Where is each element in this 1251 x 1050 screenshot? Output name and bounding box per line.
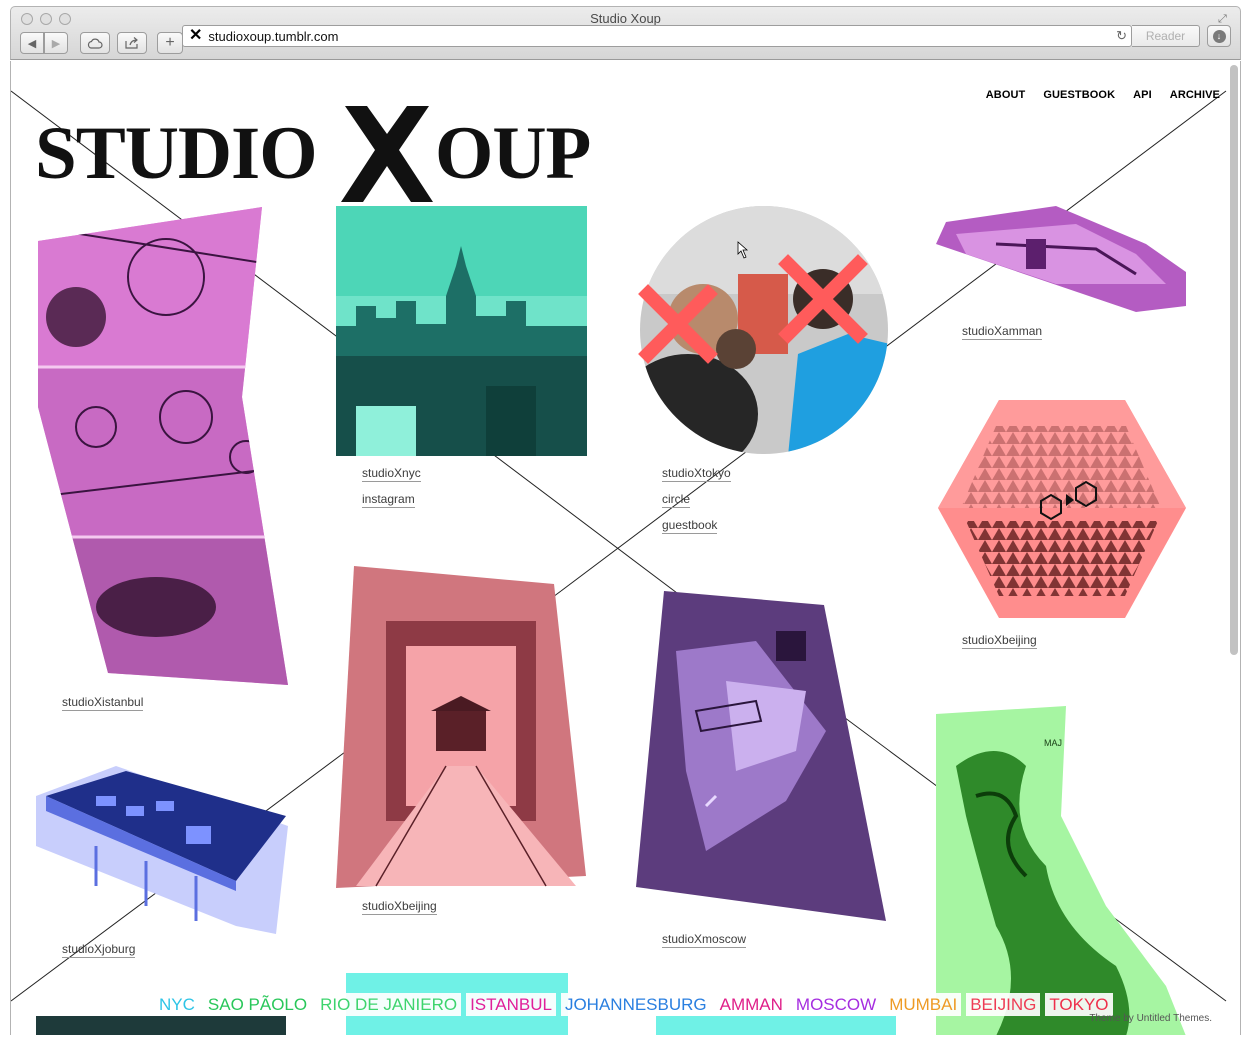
city-istanbul[interactable]: ISTANBUL bbox=[466, 993, 556, 1016]
studioxnyc-link[interactable]: studioXnyc bbox=[362, 466, 421, 482]
city-johannesburg[interactable]: JOHANNESBURG bbox=[560, 993, 711, 1016]
nav-about[interactable]: ABOUT bbox=[986, 89, 1026, 101]
instagram-link[interactable]: instagram bbox=[362, 492, 415, 508]
icloud-tabs-button[interactable] bbox=[80, 32, 110, 54]
tile-green-map-image[interactable]: MAJ bbox=[936, 706, 1188, 1035]
fullscreen-icon[interactable]: ⤢ bbox=[1218, 13, 1230, 25]
back-button[interactable]: ◀ bbox=[20, 32, 44, 54]
city-nyc[interactable]: NYC bbox=[155, 993, 199, 1016]
logo-text-left: STUDIO bbox=[35, 112, 318, 195]
theme-credit[interactable]: Theme by Untitled Themes. bbox=[1089, 1013, 1212, 1024]
city-mumbai[interactable]: MUMBAI bbox=[885, 993, 962, 1016]
reader-button[interactable]: Reader bbox=[1132, 25, 1200, 47]
tile-amman-image[interactable] bbox=[936, 204, 1188, 314]
city-nav: NYC SAO PÃOLO RIO DE JANIERO ISTANBUL JO… bbox=[155, 993, 1118, 1016]
city-rio-de-janiero[interactable]: RIO DE JANIERO bbox=[316, 993, 462, 1016]
forward-button[interactable]: ▶ bbox=[44, 32, 68, 54]
studioxtokyo-link[interactable]: studioXtokyo bbox=[662, 466, 731, 482]
tile-joburg-image[interactable] bbox=[36, 766, 288, 934]
nav-api[interactable]: API bbox=[1133, 89, 1152, 101]
tile-istanbul-image[interactable] bbox=[36, 207, 288, 685]
studioxbeijing-gate-link[interactable]: studioXbeijing bbox=[362, 899, 437, 915]
window-title: Studio Xoup bbox=[590, 11, 661, 26]
logo-text-right: OUP bbox=[435, 112, 591, 195]
tile-bottom-1-image[interactable] bbox=[36, 1016, 286, 1035]
address-bar[interactable]: ✕ studioxoup.tumblr.com ↻ bbox=[182, 25, 1132, 47]
city-moscow[interactable]: MOSCOW bbox=[791, 993, 881, 1016]
tile-nyc-image[interactable] bbox=[336, 206, 587, 456]
tile-bottom-3-image[interactable] bbox=[656, 1016, 896, 1035]
map-label: MAJ bbox=[1044, 738, 1062, 748]
guestbook-link[interactable]: guestbook bbox=[662, 518, 718, 534]
top-nav: ABOUT GUESTBOOK API ARCHIVE bbox=[968, 89, 1220, 101]
logo-x-icon bbox=[341, 106, 433, 202]
downloads-button[interactable]: ↓ bbox=[1207, 25, 1231, 47]
city-amman[interactable]: AMMAN bbox=[715, 993, 787, 1016]
tile-beijing-gate-image[interactable] bbox=[336, 566, 588, 891]
download-icon: ↓ bbox=[1212, 29, 1226, 43]
tile-beijing-hex-image[interactable] bbox=[936, 396, 1188, 621]
nav-guestbook[interactable]: GUESTBOOK bbox=[1043, 89, 1115, 101]
circle-link[interactable]: circle bbox=[662, 492, 691, 508]
city-sao-paolo[interactable]: SAO PÃOLO bbox=[203, 993, 312, 1016]
studioxmoscow-link[interactable]: studioXmoscow bbox=[662, 932, 747, 948]
new-tab-button[interactable]: + bbox=[157, 32, 183, 54]
vertical-scrollbar[interactable] bbox=[1230, 65, 1238, 655]
site-favicon-icon: ✕ bbox=[189, 27, 203, 44]
tile-tokyo-image[interactable] bbox=[638, 204, 890, 456]
url-text: studioxoup.tumblr.com bbox=[208, 28, 339, 44]
reload-icon[interactable]: ↻ bbox=[1116, 28, 1127, 44]
studioxjoburg-link[interactable]: studioXjoburg bbox=[62, 942, 136, 958]
cloud-icon bbox=[87, 38, 103, 49]
nav-archive[interactable]: ARCHIVE bbox=[1170, 89, 1220, 101]
share-button[interactable] bbox=[117, 32, 147, 54]
studioxistanbul-link[interactable]: studioXistanbul bbox=[62, 695, 144, 711]
browser-window: Studio Xoup ⤢ ◀ ▶ + ✕ studioxoup.tumblr.… bbox=[0, 0, 1251, 1050]
studioxbeijing-hex-link[interactable]: studioXbeijing bbox=[962, 633, 1037, 649]
page-viewport: ABOUT GUESTBOOK API ARCHIVE STUDIO OUP s… bbox=[10, 61, 1241, 1035]
city-beijing[interactable]: BEIJING bbox=[966, 993, 1041, 1016]
tile-moscow-image[interactable] bbox=[636, 591, 888, 923]
share-icon bbox=[125, 37, 138, 49]
studioxamman-link[interactable]: studioXamman bbox=[962, 324, 1043, 340]
